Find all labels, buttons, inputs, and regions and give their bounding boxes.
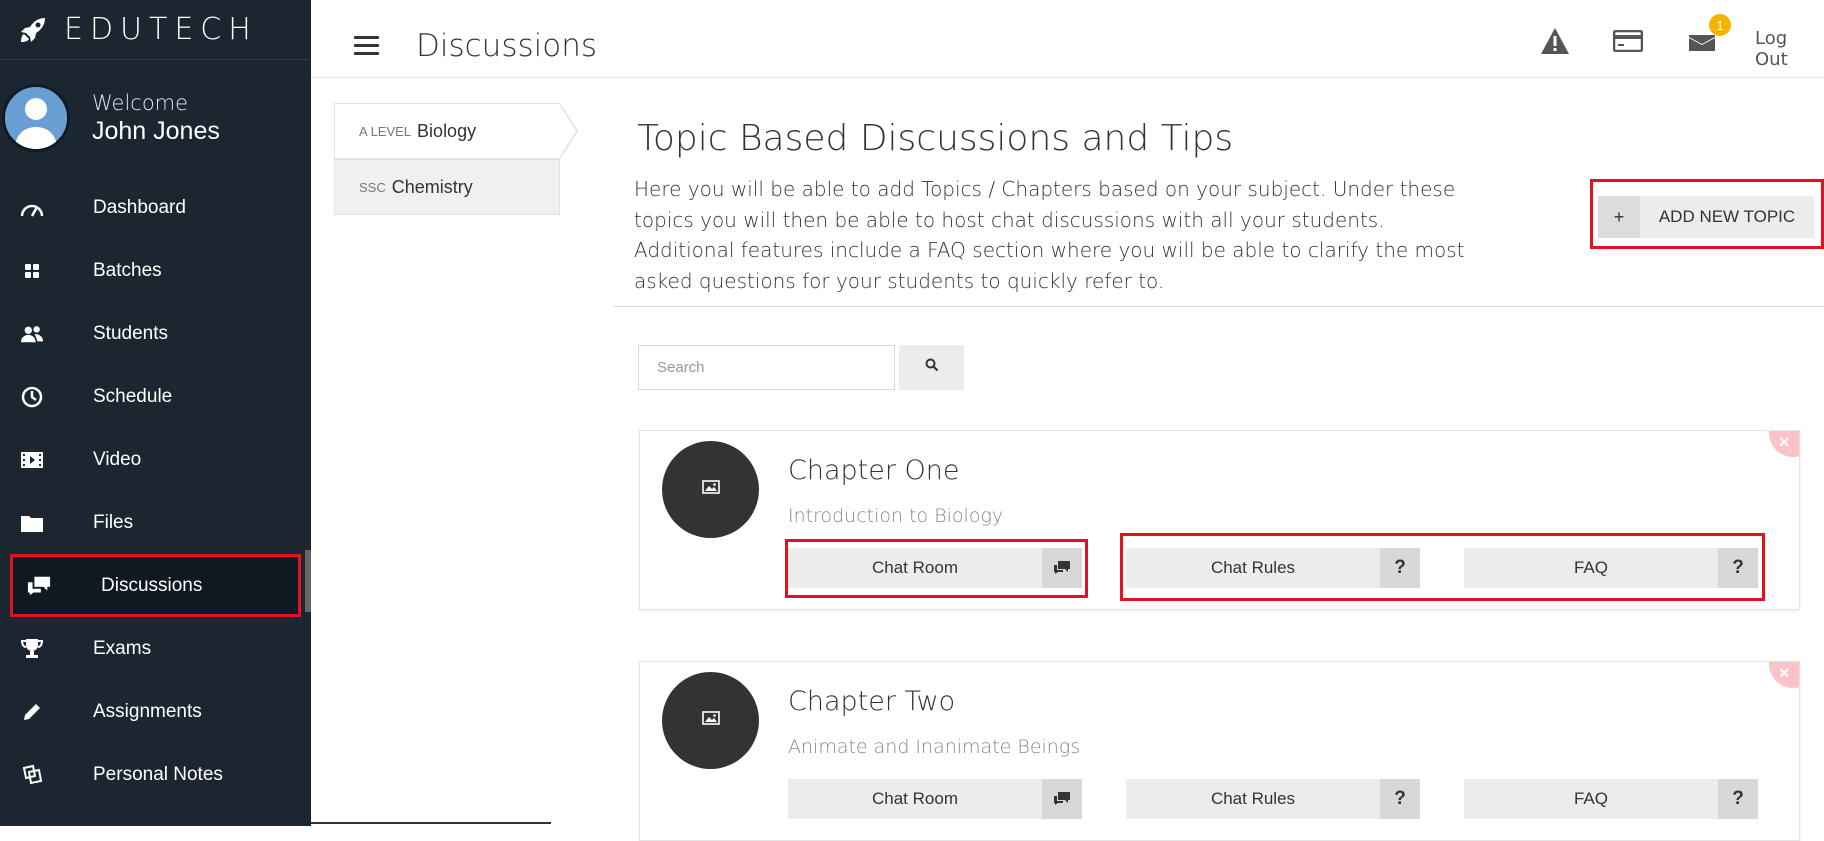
sidebar-item-label: Discussions [101, 574, 203, 596]
logout-link[interactable]: Log Out [1755, 28, 1824, 70]
sidebar-item-video[interactable]: Video [0, 428, 311, 491]
sidebar-item-label: Batches [93, 259, 162, 281]
topic-subtitle: Introduction to Biology [788, 505, 1004, 527]
question-icon: ? [1380, 779, 1420, 819]
sidebar-scrollbar[interactable] [305, 550, 311, 612]
sidebar: EDUTECH Welcome John Jones Dashboard Bat… [0, 0, 311, 826]
subject-level: SSC [359, 179, 386, 195]
sidebar-item-dashboard[interactable]: Dashboard [0, 176, 311, 239]
topic-subtitle: Animate and Inanimate Beings [788, 736, 1081, 758]
chat-rules-label: Chat Rules [1210, 789, 1296, 808]
subject-name: Chemistry [391, 176, 473, 197]
menu-toggle-icon[interactable] [354, 36, 379, 60]
faq-label: FAQ [1573, 789, 1608, 808]
film-icon [20, 448, 44, 472]
topic-title: Chapter Two [788, 686, 956, 717]
topic-card: × Chapter Two Animate and Inanimate Bein… [639, 661, 1800, 841]
image-icon [701, 480, 720, 499]
divider [614, 306, 1824, 307]
users-icon [20, 322, 44, 346]
add-topic-highlight: + ADD NEW TOPIC [1590, 179, 1824, 249]
search-icon [925, 358, 939, 377]
welcome-text: Welcome [92, 90, 189, 115]
sidebar-item-students[interactable]: Students [0, 302, 311, 365]
user-name: John Jones [92, 116, 220, 145]
sidebar-item-label: Personal Notes [93, 763, 223, 785]
payment-card-icon[interactable] [1611, 24, 1645, 58]
grid-icon [20, 259, 44, 283]
add-new-topic-button[interactable]: + ADD NEW TOPIC [1598, 196, 1814, 238]
search-button[interactable] [899, 345, 964, 390]
chat-icon [27, 574, 51, 598]
chat-rules-button[interactable]: Chat Rules ? [1126, 779, 1420, 819]
subject-level: A LEVEL [359, 123, 412, 139]
sidebar-item-personal-notes[interactable]: Personal Notes [0, 743, 311, 806]
sidebar-item-label: Assignments [93, 700, 202, 722]
brand-name: EDUTECH [64, 12, 258, 47]
clock-icon [20, 385, 44, 409]
page-title: Discussions [416, 28, 598, 64]
close-icon: × [1779, 432, 1790, 452]
sidebar-item-label: Files [93, 511, 134, 533]
trophy-icon [20, 637, 44, 661]
sidebar-item-label: Students [93, 322, 168, 344]
subject-name: Biology [417, 120, 477, 141]
sidebar-nav: Dashboard Batches Students Schedule Vide… [0, 176, 311, 806]
rocket-icon [18, 15, 48, 45]
notes-icon [20, 763, 44, 787]
close-icon: × [1779, 663, 1790, 683]
content-title: Topic Based Discussions and Tips [637, 118, 1234, 159]
topic-thumbnail[interactable] [662, 441, 759, 538]
top-bar: Discussions 1 Log Out [311, 0, 1824, 78]
delete-topic-button[interactable]: × [1769, 662, 1799, 688]
content-description: Here you will be able to add Topics / Ch… [634, 177, 1465, 293]
sidebar-item-files[interactable]: Files [0, 491, 311, 554]
sidebar-item-label: Dashboard [93, 196, 186, 218]
avatar[interactable] [2, 84, 70, 152]
sidebar-item-exams[interactable]: Exams [0, 617, 311, 680]
subject-tab-chemistry[interactable]: SSC Chemistry [334, 159, 560, 215]
sidebar-item-assignments[interactable]: Assignments [0, 680, 311, 743]
add-topic-label: ADD NEW TOPIC [1658, 207, 1796, 226]
folder-icon [20, 511, 44, 535]
question-icon: ? [1718, 779, 1758, 819]
pencil-icon [20, 700, 44, 724]
chat-icon [1042, 779, 1082, 819]
topic-thumbnail[interactable] [662, 672, 759, 769]
sidebar-item-discussions[interactable]: Discussions [10, 554, 301, 617]
delete-topic-button[interactable]: × [1769, 431, 1799, 457]
horizontal-scrollbar[interactable] [311, 822, 551, 824]
search-input[interactable] [638, 345, 895, 390]
user-profile: Welcome John Jones [0, 60, 311, 176]
alert-icon[interactable] [1538, 24, 1572, 58]
subject-tab-biology[interactable]: A LEVEL Biology [334, 103, 578, 159]
sidebar-item-label: Exams [93, 637, 152, 659]
sidebar-item-label: Schedule [93, 385, 173, 407]
sidebar-item-batches[interactable]: Batches [0, 239, 311, 302]
chat-room-label: Chat Room [872, 789, 958, 808]
chat-room-button[interactable]: Chat Room [788, 779, 1082, 819]
subject-list: A LEVEL Biology SSC Chemistry [334, 103, 578, 215]
sidebar-item-label: Video [93, 448, 142, 470]
notification-badge: 1 [1709, 14, 1731, 36]
plus-icon: + [1598, 196, 1640, 238]
topic-title: Chapter One [788, 455, 960, 486]
faq-button[interactable]: FAQ ? [1464, 779, 1758, 819]
image-icon [701, 711, 720, 730]
rules-faq-highlight [1120, 533, 1765, 601]
chat-room-highlight [785, 539, 1088, 598]
sidebar-item-schedule[interactable]: Schedule [0, 365, 311, 428]
mail-icon[interactable]: 1 [1685, 14, 1731, 58]
brand[interactable]: EDUTECH [0, 0, 311, 60]
speedometer-icon [20, 196, 44, 220]
